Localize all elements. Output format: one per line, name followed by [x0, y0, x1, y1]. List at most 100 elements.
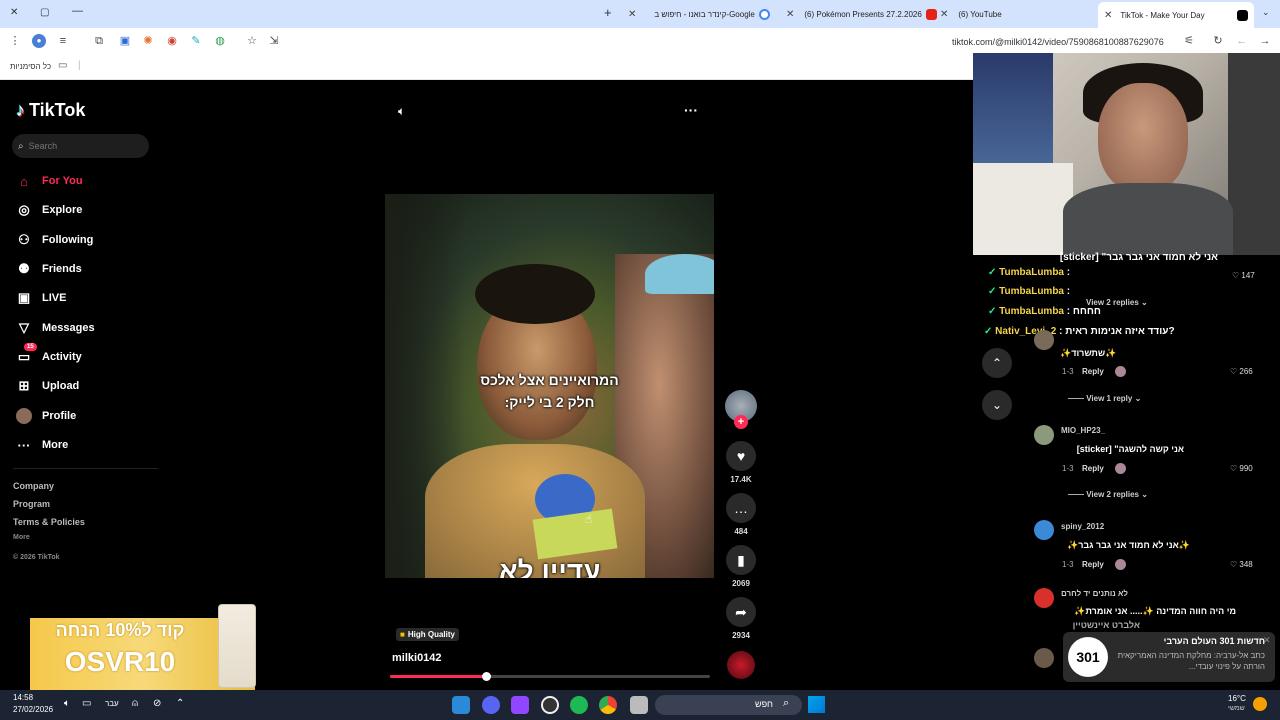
taskbar-search[interactable]: חפש ⌕ — [655, 695, 802, 715]
extension-icon[interactable]: ◉ — [165, 34, 179, 48]
reply-button[interactable]: Reply — [1082, 464, 1104, 473]
nav-friends[interactable]: ⚉ Friends — [16, 260, 82, 278]
microphone-icon[interactable]: ⍝ — [132, 698, 138, 709]
view-replies-button[interactable]: —— View 1 reply ⌄ — [1068, 394, 1141, 403]
extension-icon[interactable]: ✎ — [189, 34, 203, 48]
volume-icon[interactable]: 🔈︎ — [398, 104, 405, 119]
nav-more[interactable]: ··· More — [16, 436, 69, 454]
nav-for-you[interactable]: ⌂ For You — [16, 172, 82, 190]
view-replies-button[interactable]: View 2 replies ⌄ — [1086, 298, 1148, 307]
nav-messages[interactable]: ▽ Messages — [16, 319, 95, 337]
search-box[interactable]: ⌕ — [12, 134, 149, 158]
mute-icon[interactable]: ⊘ — [153, 698, 161, 709]
comment-like[interactable]: ♡ 147 — [1232, 271, 1255, 280]
bookmark-star-icon[interactable]: ☆ — [245, 34, 259, 48]
tab-tiktok[interactable]: ✕ TikTok - Make Your Day — [1098, 2, 1254, 28]
telegram-icon[interactable] — [452, 696, 470, 714]
nav-profile[interactable]: Profile — [16, 407, 76, 425]
windows-start-icon[interactable] — [808, 696, 825, 713]
obs-icon[interactable] — [541, 696, 559, 714]
close-tab-icon[interactable]: ✕ — [786, 9, 794, 20]
extension-icon[interactable]: ▣ — [118, 34, 132, 48]
close-notification-icon[interactable]: ✕ — [1263, 635, 1271, 646]
extensions-puzzle-icon[interactable]: ⧉ — [92, 34, 106, 48]
comment-username[interactable]: לא נותנים יד לחרם — [1061, 589, 1128, 598]
back-icon[interactable]: → — [1258, 34, 1272, 48]
profile-icon[interactable]: ● — [32, 34, 46, 48]
close-tab-icon[interactable]: ✕ — [628, 9, 636, 20]
search-input[interactable] — [28, 141, 129, 151]
footer-program-link[interactable]: Program — [13, 499, 50, 509]
sponsor-ad-banner[interactable]: קוד ל10% הנחה OSVR10 — [30, 604, 256, 690]
comment-button[interactable]: … 484 — [725, 493, 757, 536]
avatar[interactable] — [1034, 425, 1054, 445]
avatar[interactable] — [1034, 648, 1054, 668]
avatar[interactable] — [1034, 588, 1054, 608]
footer-terms-link[interactable]: Terms & Policies — [13, 517, 85, 527]
chevron-up-icon[interactable]: ⌃ — [176, 698, 184, 709]
nav-explore[interactable]: ◎ Explore — [16, 201, 82, 219]
reload-icon[interactable]: ↻ — [1211, 34, 1225, 48]
nav-following[interactable]: ⚇ Following — [16, 231, 93, 249]
close-tab-icon[interactable]: ✕ — [940, 9, 948, 20]
footer-more-link[interactable]: More — [13, 534, 30, 541]
new-tab-icon[interactable]: + — [604, 5, 612, 20]
view-replies-button[interactable]: —— View 2 replies ⌄ — [1068, 490, 1148, 499]
avatar[interactable] — [1034, 330, 1054, 350]
spotify-icon[interactable] — [570, 696, 588, 714]
menu-dots-icon[interactable]: ⋮ — [8, 34, 22, 48]
tab-kinder-search[interactable]: ✕ קינדר בואנו - חיפוש ב-Google — [628, 4, 770, 24]
follow-plus-icon[interactable]: + — [734, 415, 748, 429]
comment-username[interactable]: spiny_2012 — [1061, 522, 1104, 531]
extension-icon[interactable]: ✺ — [141, 34, 155, 48]
creator-avatar-button[interactable]: + — [725, 390, 757, 429]
video-progress-knob[interactable] — [482, 672, 491, 681]
chrome-icon[interactable] — [599, 696, 617, 714]
avatar[interactable] — [1034, 520, 1054, 540]
tab-pokemon[interactable]: ✕ (6) Pokémon Presents 27.2.2026 — [786, 4, 937, 24]
comment-like[interactable]: ♡ 990 — [1230, 464, 1253, 473]
volume-icon[interactable]: 🔈︎ — [64, 698, 70, 709]
clock-date[interactable]: 27/02/2026 — [13, 705, 53, 714]
forward-icon[interactable]: ← — [1235, 34, 1249, 48]
install-app-icon[interactable]: ⇲ — [267, 34, 281, 48]
input-language[interactable]: עבר — [105, 699, 119, 708]
nav-upload[interactable]: ⊞ Upload — [16, 377, 80, 395]
extension-icon[interactable]: ≡ — [56, 34, 70, 48]
comment-username[interactable]: MIO_HP23_ — [1061, 426, 1105, 435]
footer-company-link[interactable]: Company — [13, 481, 54, 491]
comment-like[interactable]: ♡ 348 — [1230, 560, 1253, 569]
twitch-icon[interactable] — [511, 696, 529, 714]
share-button[interactable]: ➦ 2934 — [725, 597, 757, 640]
reply-button[interactable]: Reply — [1082, 367, 1104, 376]
scroll-up-button[interactable]: ⌃ — [982, 348, 1012, 378]
extension-icon[interactable]: ◍ — [213, 34, 227, 48]
video-progress-bar[interactable] — [390, 672, 710, 681]
reply-button[interactable]: Reply — [1082, 560, 1104, 569]
save-button[interactable]: ▮ 2069 — [725, 545, 757, 588]
tiktok-logo[interactable]: ♪ TikTok — [16, 100, 85, 121]
all-bookmarks-label[interactable]: כל הסימניות — [10, 62, 51, 71]
nav-live[interactable]: ▣ LIVE — [16, 289, 67, 307]
video-username[interactable]: milki0142 — [392, 652, 442, 664]
comment-like[interactable]: ♡ 266 — [1230, 367, 1253, 376]
site-settings-icon[interactable]: ⚟ — [1182, 34, 1196, 48]
music-disc-icon[interactable] — [727, 651, 755, 679]
task-view-icon[interactable] — [630, 696, 648, 714]
video-frame[interactable]: המרואיינים אצל אלכס חלק 2 בי לייק: עדיין… — [385, 194, 714, 578]
close-tab-icon[interactable]: ✕ — [1104, 10, 1112, 21]
scroll-down-button[interactable]: ⌄ — [982, 390, 1012, 420]
clock-time[interactable]: 14:58 — [13, 693, 33, 702]
minimize-window-icon[interactable]: — — [72, 5, 83, 17]
weather-temp[interactable]: 16°C — [1228, 694, 1246, 703]
like-button[interactable]: ♥ 17.4K — [725, 441, 757, 484]
address-bar[interactable]: tiktok.com/@milki0142/video/759086810088… — [952, 37, 1164, 47]
more-options-icon[interactable]: ··· — [684, 102, 698, 118]
nav-activity[interactable]: ▭ 15 Activity — [16, 343, 82, 366]
restore-window-icon[interactable]: ▢ — [40, 7, 49, 18]
network-icon[interactable]: ▭ — [82, 698, 91, 709]
close-window-icon[interactable]: ✕ — [10, 7, 18, 18]
discord-icon[interactable] — [482, 696, 500, 714]
tab-search-icon[interactable]: ⌄ — [1262, 7, 1270, 18]
news-notification[interactable]: 301 חדשות 301 העולם הערבי כתב אל-ערביה: … — [1063, 632, 1275, 682]
